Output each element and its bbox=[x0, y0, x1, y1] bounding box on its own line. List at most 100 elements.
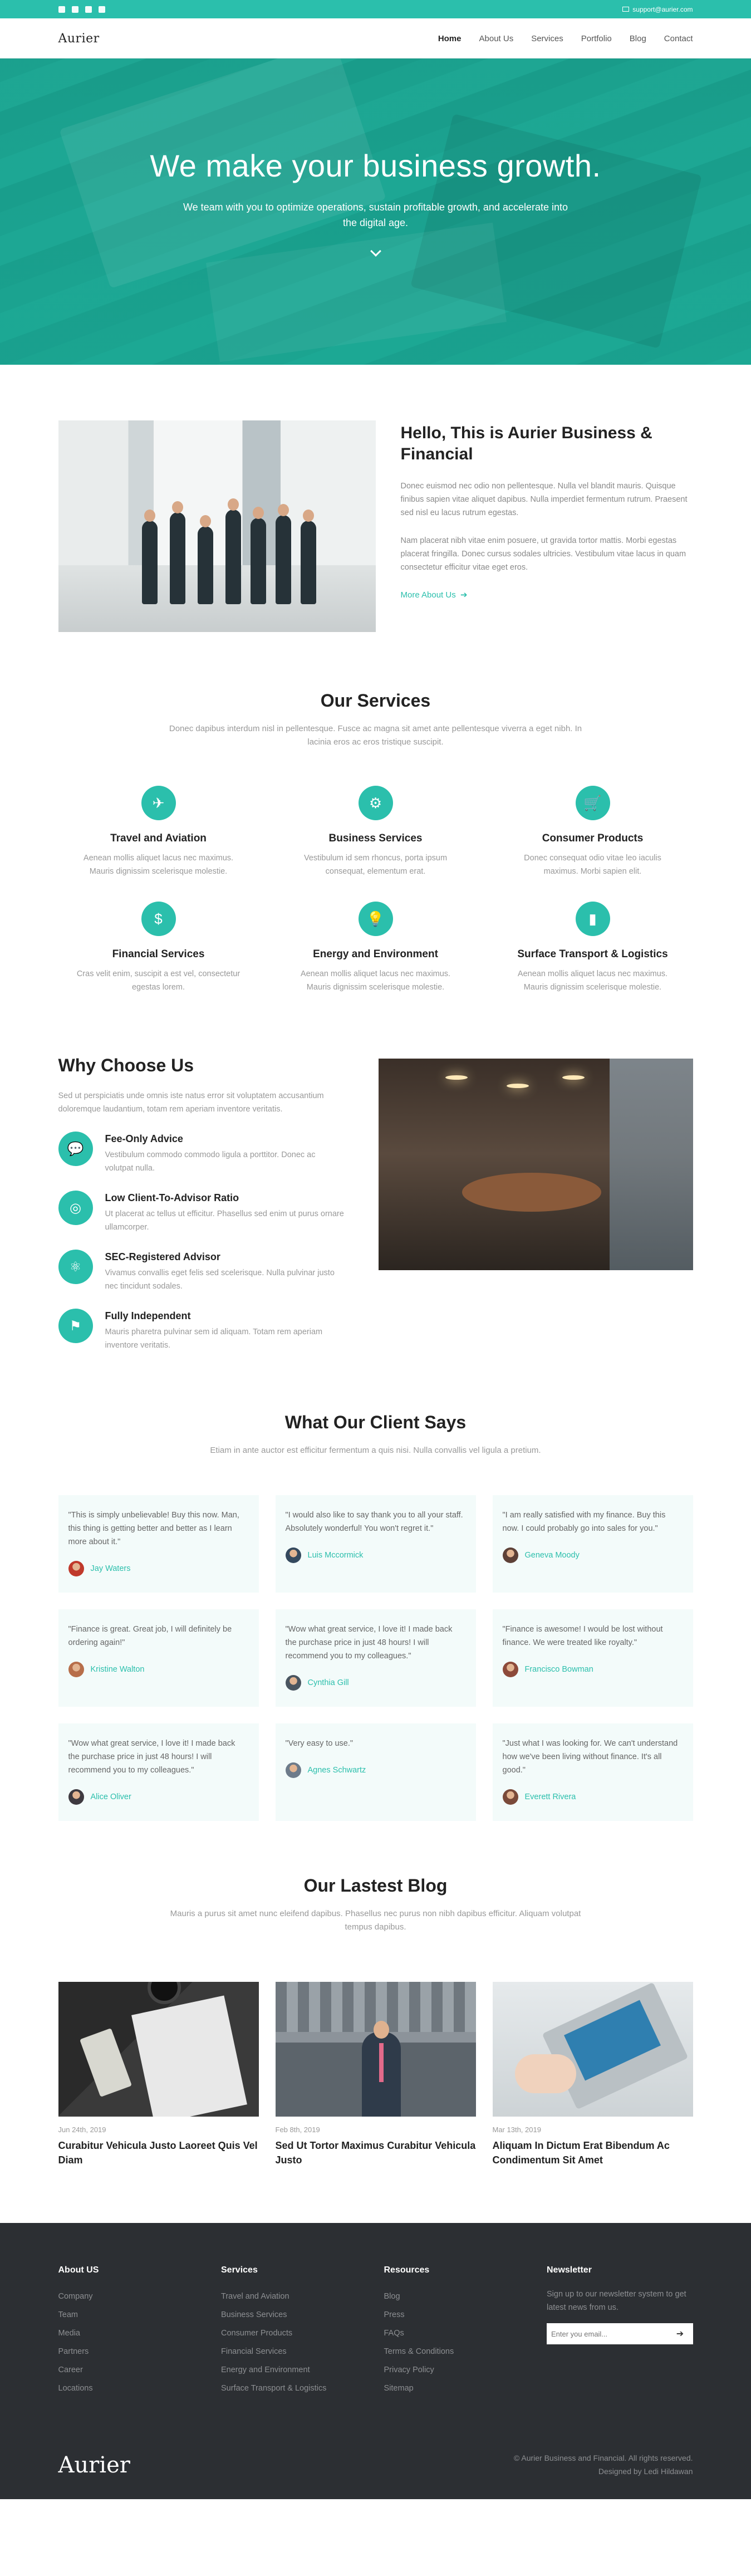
footer-column-title: Services bbox=[221, 2265, 258, 2275]
author-name[interactable]: Cynthia Gill bbox=[308, 1678, 349, 1687]
testimonial-quote: "This is simply unbelievable! Buy this n… bbox=[68, 1511, 239, 1546]
arrow-right-icon: ➔ bbox=[458, 590, 468, 600]
feature-title: Low Client-To-Advisor Ratio bbox=[105, 1192, 239, 1203]
author-name[interactable]: Alice Oliver bbox=[91, 1793, 131, 1801]
service-item[interactable]: 🛒 Consumer Products Donec consequat odio v… bbox=[493, 786, 693, 878]
youtube-icon[interactable] bbox=[98, 6, 105, 13]
feature-item: ⚛ SEC-Registered Advisor Vivamus convallis… bbox=[58, 1250, 345, 1293]
testimonial-author: Jay Waters bbox=[68, 1561, 249, 1576]
footer-link[interactable]: Surface Transport & Logistics bbox=[221, 2379, 367, 2398]
footer-link[interactable]: Travel and Aviation bbox=[221, 2288, 367, 2306]
blog-image-laptop[interactable] bbox=[492, 1982, 693, 2117]
copyright-text: © Aurier Business and Financial. All rig… bbox=[513, 2453, 693, 2462]
footer-link[interactable]: FAQs bbox=[384, 2324, 531, 2343]
footer-logo[interactable]: Aurier bbox=[58, 2452, 130, 2478]
feature-item: ◎ Low Client-To-Advisor Ratio Ut placerat … bbox=[58, 1191, 345, 1234]
service-title[interactable]: Surface Transport & Logistics bbox=[509, 948, 676, 961]
author-name[interactable]: Everett Rivera bbox=[525, 1793, 576, 1801]
service-title[interactable]: Energy and Environment bbox=[292, 948, 459, 961]
footer-link[interactable]: Terms & Conditions bbox=[384, 2343, 531, 2361]
nav-portfolio[interactable]: Portfolio bbox=[581, 34, 612, 43]
blog-image-documents[interactable] bbox=[58, 1982, 259, 2117]
nav-services[interactable]: Services bbox=[531, 34, 563, 43]
plane-icon: ✈ bbox=[141, 786, 176, 820]
nav-contact[interactable]: Contact bbox=[664, 34, 693, 43]
why-choose-section: Why Choose Us Sed ut perspiciatis unde o… bbox=[0, 994, 751, 1352]
footer-link[interactable]: Company bbox=[58, 2288, 205, 2306]
blog-post-title[interactable]: Sed Ut Tortor Maximus Curabitur Vehicula… bbox=[276, 2138, 476, 2167]
instagram-icon[interactable] bbox=[85, 6, 92, 13]
footer-link-list: Travel and Aviation Business Services Cons… bbox=[221, 2288, 367, 2398]
footer-link[interactable]: Career bbox=[58, 2361, 205, 2379]
service-item[interactable]: ⚙ Business Services Vestibulum id sem rhon… bbox=[276, 786, 476, 878]
scroll-down-chevron-icon[interactable] bbox=[370, 246, 381, 257]
flag-icon: ⚑ bbox=[58, 1309, 93, 1343]
nav-menu: Home About Us Services Portfolio Blog Co… bbox=[438, 34, 693, 43]
designer-credit: Designed by Ledi Hildawan bbox=[598, 2467, 693, 2476]
hero-section: We make your business growth. We team wi… bbox=[0, 58, 751, 365]
author-name[interactable]: Agnes Schwartz bbox=[308, 1766, 366, 1775]
author-name[interactable]: Luis Mccormick bbox=[308, 1551, 364, 1560]
footer-link[interactable]: Energy and Environment bbox=[221, 2361, 367, 2379]
newsletter-title: Newsletter bbox=[547, 2265, 592, 2275]
service-text: Aenean mollis aliquet lacus nec maximus.… bbox=[83, 854, 234, 876]
service-title[interactable]: Business Services bbox=[292, 832, 459, 845]
blog-card[interactable]: Feb 8th, 2019 Sed Ut Tortor Maximus Cura… bbox=[275, 1982, 476, 2167]
blog-card[interactable]: Jun 24th, 2019 Curabitur Vehicula Justo … bbox=[58, 1982, 259, 2167]
footer-column-title: About US bbox=[58, 2265, 99, 2275]
testimonial-quote: "Wow what great service, I love it! I ma… bbox=[285, 1625, 453, 1661]
send-arrow-icon[interactable]: ➔ bbox=[667, 2323, 693, 2344]
footer-link[interactable]: Consumer Products bbox=[221, 2324, 367, 2343]
testimonials-title: What Our Client Says bbox=[284, 1412, 467, 1432]
nav-home[interactable]: Home bbox=[438, 34, 462, 43]
testimonial-author: Agnes Schwartz bbox=[285, 1762, 466, 1778]
team-photo bbox=[58, 420, 376, 632]
footer-link[interactable]: Locations bbox=[58, 2379, 205, 2398]
blog-post-title[interactable]: Aliquam In Dictum Erat Bibendum Ac Condi… bbox=[493, 2138, 693, 2167]
feature-item: ⚑ Fully Independent Mauris pharetra pulvin… bbox=[58, 1309, 345, 1352]
author-name[interactable]: Geneva Moody bbox=[525, 1551, 580, 1560]
testimonial-author: Alice Oliver bbox=[68, 1789, 249, 1805]
twitter-icon[interactable] bbox=[71, 6, 78, 13]
service-item[interactable]: $ Financial Services Cras velit enim, susc… bbox=[58, 902, 259, 994]
services-subtitle: Donec dapibus interdum nisl in pellentes… bbox=[169, 724, 582, 747]
service-title[interactable]: Consumer Products bbox=[509, 832, 676, 845]
testimonials-grid: "This is simply unbelievable! Buy this n… bbox=[58, 1495, 693, 1821]
support-email-link[interactable]: support@aurier.com bbox=[622, 6, 693, 13]
chat-icon: 💬 bbox=[58, 1132, 93, 1166]
newsletter-email-input[interactable] bbox=[547, 2323, 667, 2344]
service-title[interactable]: Travel and Aviation bbox=[75, 832, 242, 845]
nav-blog[interactable]: Blog bbox=[630, 34, 646, 43]
blog-card[interactable]: Mar 13th, 2019 Aliquam In Dictum Erat Bi… bbox=[492, 1982, 693, 2167]
author-name[interactable]: Jay Waters bbox=[91, 1564, 131, 1573]
footer-link[interactable]: Press bbox=[384, 2306, 531, 2324]
footer-link[interactable]: Team bbox=[58, 2306, 205, 2324]
footer-link-list: Blog Press FAQs Terms & Conditions Privacy P… bbox=[384, 2288, 531, 2398]
more-about-link[interactable]: More About Us ➔ bbox=[401, 590, 468, 600]
footer-link[interactable]: Sitemap bbox=[384, 2379, 531, 2398]
service-item[interactable]: ▮ Surface Transport & Logistics Aenean mol… bbox=[493, 902, 693, 994]
footer-link[interactable]: Media bbox=[58, 2324, 205, 2343]
facebook-icon[interactable] bbox=[58, 6, 65, 13]
service-item[interactable]: ✈ Travel and Aviation Aenean mollis alique… bbox=[58, 786, 259, 878]
about-section: Hello, This is Aurier Business & Financi… bbox=[0, 365, 751, 632]
testimonial-card: "I would also like to say thank you to a… bbox=[275, 1495, 476, 1593]
logo[interactable]: Aurier bbox=[58, 32, 100, 46]
author-name[interactable]: Kristine Walton bbox=[91, 1665, 145, 1674]
footer-link[interactable]: Financial Services bbox=[221, 2343, 367, 2361]
testimonial-author: Luis Mccormick bbox=[285, 1547, 466, 1563]
nav-about[interactable]: About Us bbox=[479, 34, 514, 43]
author-name[interactable]: Francisco Bowman bbox=[525, 1665, 593, 1674]
service-item[interactable]: 💡 Energy and Environment Aenean mollis ali… bbox=[276, 902, 476, 994]
footer-link[interactable]: Privacy Policy bbox=[384, 2361, 531, 2379]
footer-link[interactable]: Business Services bbox=[221, 2306, 367, 2324]
service-title[interactable]: Financial Services bbox=[75, 948, 242, 961]
footer-link[interactable]: Blog bbox=[384, 2288, 531, 2306]
footer-link[interactable]: Partners bbox=[58, 2343, 205, 2361]
avatar bbox=[502, 1547, 518, 1563]
testimonial-author: Francisco Bowman bbox=[502, 1662, 683, 1677]
blog-post-title[interactable]: Curabitur Vehicula Justo Laoreet Quis Ve… bbox=[58, 2138, 259, 2167]
blog-image-businessman[interactable] bbox=[275, 1982, 476, 2117]
footer: About US Company Team Media Partners Career Lo… bbox=[0, 2223, 751, 2499]
avatar bbox=[502, 1662, 518, 1677]
